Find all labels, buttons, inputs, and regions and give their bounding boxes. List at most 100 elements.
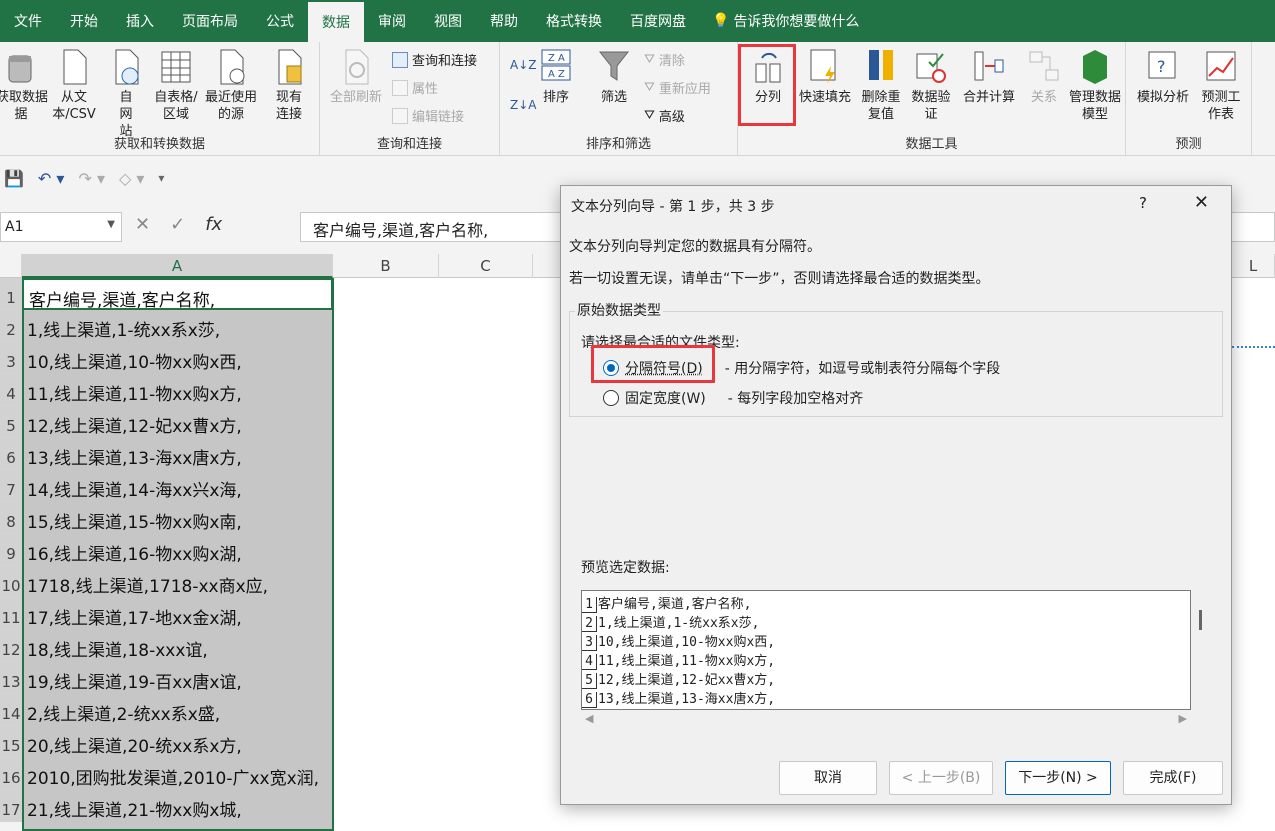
remove-duplicates-button[interactable]: 删除重复值 — [856, 46, 906, 123]
row-header[interactable]: 6 — [0, 438, 22, 470]
advanced-button[interactable]: ⛛ 高级 — [644, 106, 685, 125]
cell-a[interactable]: 15,线上渠道,15-物xx购x南, — [22, 502, 333, 534]
back-button[interactable]: < 上一步(B) — [889, 761, 993, 795]
row-header[interactable]: 13 — [0, 662, 22, 694]
cell-a[interactable]: 19,线上渠道,19-百xx唐x谊, — [22, 662, 333, 694]
row-header[interactable]: 15 — [0, 726, 22, 758]
relationships-button[interactable]: 关系 — [1022, 46, 1066, 106]
fixed-width-option[interactable]: 固定宽度(W) - 每列字段加空格对齐 — [603, 388, 863, 408]
format-painter-icon[interactable]: ◇ ▾ — [119, 169, 144, 188]
tab-review[interactable]: 审阅 — [364, 0, 420, 42]
reapply-button[interactable]: ⛛ 重新应用 — [644, 78, 711, 97]
next-button[interactable]: 下一步(N) > — [1005, 761, 1111, 795]
enter-icon[interactable]: ✓ — [170, 214, 185, 235]
undo-icon[interactable]: ↶ ▾ — [38, 169, 65, 188]
row-header[interactable]: 2 — [0, 310, 22, 342]
close-button[interactable]: ✕ — [1194, 192, 1209, 213]
tell-me-box[interactable]: 💡 告诉我你想要做什么 — [700, 0, 859, 42]
row-header[interactable]: 16 — [0, 758, 22, 790]
cell-a[interactable]: 14,线上渠道,14-海xx兴x海, — [22, 470, 333, 502]
row-header[interactable]: 9 — [0, 534, 22, 566]
cancel-button[interactable]: 取消 — [779, 761, 877, 795]
column-header-c[interactable]: C — [439, 254, 533, 278]
flash-fill-button[interactable]: 快速填充 — [794, 46, 856, 106]
preview-vscroll-thumb[interactable] — [1199, 610, 1202, 630]
redo-icon[interactable]: ↷ ▾ — [78, 169, 105, 188]
row-header[interactable]: 12 — [0, 630, 22, 662]
customize-qat-icon[interactable]: ▾ — [158, 171, 164, 185]
tab-page-layout[interactable]: 页面布局 — [168, 0, 252, 42]
tab-formulas[interactable]: 公式 — [252, 0, 308, 42]
cell-a[interactable]: 21,线上渠道,21-物xx购x城, — [22, 790, 333, 822]
cell-a[interactable]: 12,线上渠道,12-妃xx曹x方, — [22, 406, 333, 438]
cell-a[interactable]: 客户编号,渠道,客户名称, — [22, 278, 333, 310]
column-header-a[interactable]: A — [22, 254, 333, 278]
filter-button[interactable]: 筛选 — [592, 46, 636, 106]
row-header[interactable]: 5 — [0, 406, 22, 438]
from-web-button[interactable]: 自网站 — [106, 46, 146, 140]
cell-a[interactable]: 13,线上渠道,13-海xx唐x方, — [22, 438, 333, 470]
help-button[interactable]: ? — [1139, 194, 1147, 212]
refresh-all-button[interactable]: 全部刷新 — [324, 46, 388, 106]
cell-a[interactable]: 2,线上渠道,2-统xx系x盛, — [22, 694, 333, 726]
tab-format-convert[interactable]: 格式转换 — [532, 0, 616, 42]
cancel-icon[interactable]: ✕ — [135, 214, 150, 235]
get-data-button[interactable]: 获取数据 据 — [0, 46, 48, 123]
row-header[interactable]: 4 — [0, 374, 22, 406]
tab-file[interactable]: 文件 — [0, 0, 56, 42]
forecast-sheet-button[interactable]: 预测工作表 — [1196, 46, 1246, 123]
cell-a[interactable]: 2010,团购批发渠道,2010-广xx宽x润, — [22, 758, 333, 790]
edit-links-button[interactable]: 编辑链接 — [392, 106, 464, 125]
tab-insert[interactable]: 插入 — [112, 0, 168, 42]
row-header[interactable]: 17 — [0, 790, 22, 822]
scroll-left-icon[interactable]: ◀ — [585, 712, 593, 725]
save-icon[interactable]: 💾 — [4, 169, 24, 188]
finish-button[interactable]: 完成(F) — [1123, 761, 1223, 795]
cell-a[interactable]: 16,线上渠道,16-物xx购x湖, — [22, 534, 333, 566]
queries-connections-button[interactable]: 查询和连接 — [392, 50, 477, 69]
properties-button[interactable]: 属性 — [392, 78, 438, 97]
name-box[interactable]: A1 ▼ — [0, 212, 122, 242]
preview-hscroll[interactable]: ◀ ▶ — [581, 712, 1191, 728]
cell-a[interactable]: 11,线上渠道,11-物xx购x方, — [22, 374, 333, 406]
cell-a[interactable]: 1,线上渠道,1-统xx系x莎, — [22, 310, 333, 342]
sort-az-button[interactable]: A↓Z — [510, 58, 536, 72]
from-table-button[interactable]: 自表格/区域 — [148, 46, 204, 123]
tab-data[interactable]: 数据 — [308, 0, 364, 42]
recent-sources-button[interactable]: 最近使用的源 — [204, 46, 258, 123]
from-text-csv-button[interactable]: 从文本/CSV — [46, 46, 102, 123]
preview-box[interactable]: 1 客户编号,渠道,客户名称, 2 1,线上渠道,1-统xx系x莎, 3 10,线上渠道,… — [581, 590, 1191, 710]
cell-a[interactable]: 17,线上渠道,17-地xx金x湖, — [22, 598, 333, 630]
what-if-button[interactable]: ? 模拟分析 — [1132, 46, 1194, 106]
svg-text:?: ? — [1157, 57, 1166, 76]
clear-button[interactable]: ⛛ 清除 — [644, 50, 685, 69]
tab-baidu-pan[interactable]: 百度网盘 — [616, 0, 700, 42]
row-header[interactable]: 11 — [0, 598, 22, 630]
row-header[interactable]: 8 — [0, 502, 22, 534]
row-header[interactable]: 7 — [0, 470, 22, 502]
consolidate-button[interactable]: 合并计算 — [958, 46, 1020, 106]
cell-a[interactable]: 20,线上渠道,20-统xx系x方, — [22, 726, 333, 758]
cell-a[interactable]: 18,线上渠道,18-xxx谊, — [22, 630, 333, 662]
row-header[interactable]: 14 — [0, 694, 22, 726]
select-all-corner[interactable] — [0, 254, 22, 278]
tab-home[interactable]: 开始 — [56, 0, 112, 42]
row-header[interactable]: 10 — [0, 566, 22, 598]
row-header[interactable]: 1 — [0, 278, 22, 310]
column-header-l[interactable]: L — [1232, 254, 1275, 278]
tab-view[interactable]: 视图 — [420, 0, 476, 42]
scroll-right-icon[interactable]: ▶ — [1179, 712, 1187, 725]
existing-connections-button[interactable]: 现有连接 — [268, 46, 310, 123]
data-model-button[interactable]: 管理数据模型 — [1068, 46, 1122, 123]
cell-a[interactable]: 10,线上渠道,10-物xx购x西, — [22, 342, 333, 374]
fx-icon[interactable]: fx — [205, 214, 222, 235]
data-validation-button[interactable]: 数据验证 — [906, 46, 956, 123]
sort-za-button[interactable]: Z↓A — [510, 98, 536, 112]
cell-a[interactable]: 1718,线上渠道,1718-xx商x应, — [22, 566, 333, 598]
sort-button[interactable]: Z A A Z 排序 — [536, 46, 576, 106]
tab-help[interactable]: 帮助 — [476, 0, 532, 42]
column-header-b[interactable]: B — [333, 254, 439, 278]
fixed-width-radio[interactable] — [603, 390, 619, 406]
row-header[interactable]: 3 — [0, 342, 22, 374]
from-text-label: 从文本/CSV — [52, 90, 96, 122]
